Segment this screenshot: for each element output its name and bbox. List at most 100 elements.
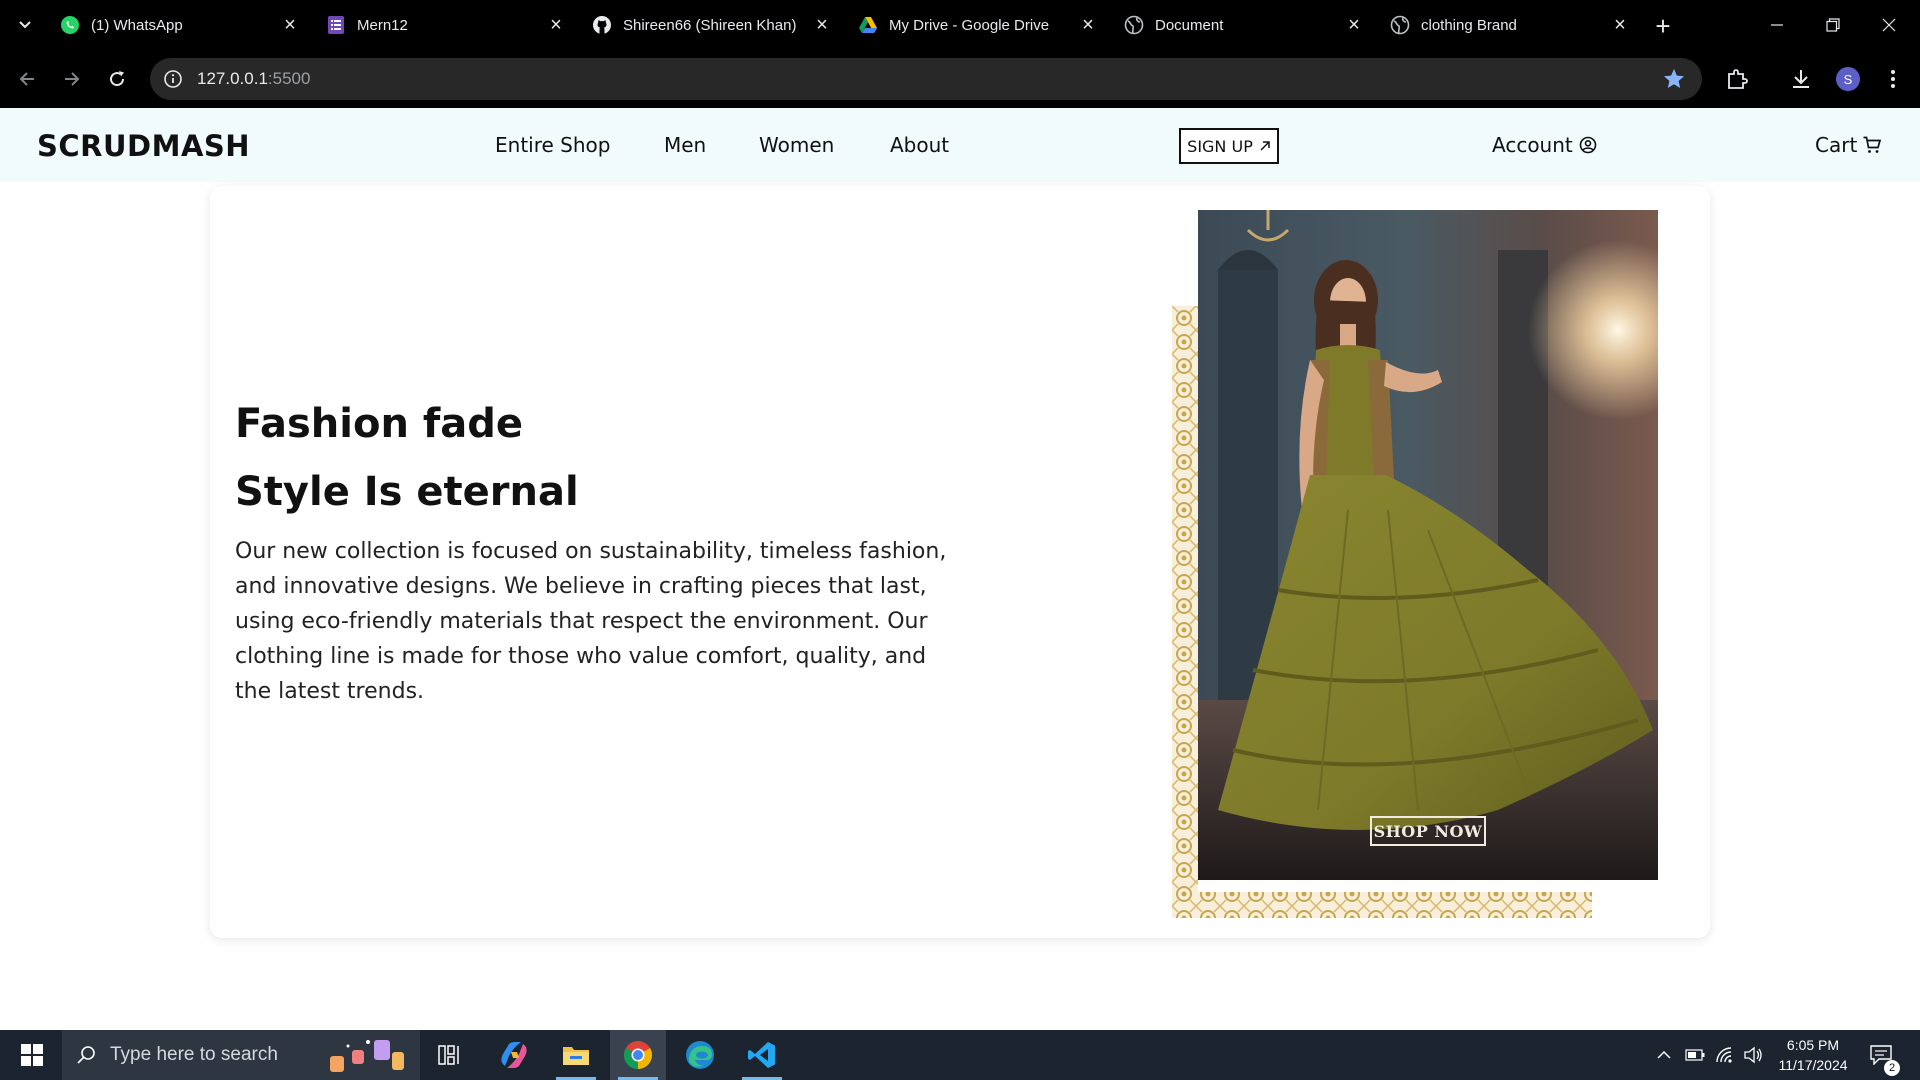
bookmark-star-icon[interactable] (1662, 67, 1686, 91)
taskbar-task-view[interactable] (422, 1030, 478, 1080)
battery-status[interactable] (1682, 1030, 1708, 1080)
clock-time: 6:05 PM (1786, 1037, 1840, 1053)
signup-label: SIGN UP (1187, 136, 1253, 156)
copilot-icon (501, 1042, 527, 1068)
hero-card: Fashion fade Style Is eternal Our new co… (210, 186, 1710, 938)
site-header: SCRUDMASH Entire Shop Men Women About SI… (0, 108, 1920, 182)
downloads-button[interactable] (1784, 62, 1818, 96)
edge-icon (686, 1041, 714, 1069)
close-icon[interactable]: × (1610, 14, 1630, 36)
tab-title: Shireen66 (Shireen Khan) (623, 16, 797, 34)
globe-icon (1390, 15, 1410, 35)
shop-now-button[interactable]: SHOP NOW (1370, 816, 1486, 846)
close-icon[interactable]: × (280, 14, 300, 36)
minimize-button[interactable] (1753, 8, 1801, 42)
nav-entire-shop[interactable]: Entire Shop (495, 133, 610, 157)
user-circle-icon (1579, 136, 1597, 154)
minimize-icon (1771, 24, 1783, 26)
tab-title: clothing Brand (1421, 16, 1517, 34)
cart-label: Cart (1815, 133, 1858, 157)
search-placeholder: Type here to search (110, 1044, 278, 1065)
close-icon[interactable]: × (546, 14, 566, 36)
nav-about[interactable]: About (890, 133, 949, 157)
cart-link[interactable]: Cart (1815, 133, 1882, 157)
chevron-down-icon (19, 21, 31, 29)
speaker-icon (1744, 1046, 1762, 1064)
hero-heading-line2: Style Is eternal (235, 469, 579, 515)
forms-icon (326, 15, 346, 35)
back-button[interactable] (10, 62, 44, 96)
forward-button[interactable] (55, 62, 89, 96)
reload-button[interactable] (100, 62, 134, 96)
account-label: Account (1492, 133, 1573, 157)
avatar: S (1836, 67, 1860, 91)
task-view-icon (438, 1045, 459, 1065)
more-vertical-icon (1891, 70, 1895, 88)
chevron-up-icon (1657, 1050, 1671, 1059)
account-link[interactable]: Account (1492, 133, 1597, 157)
taskbar-edge[interactable] (672, 1030, 728, 1080)
download-icon (1793, 70, 1809, 88)
lanterns-icon (330, 1040, 404, 1072)
close-icon[interactable]: × (1344, 14, 1364, 36)
taskbar-clock[interactable]: 6:05 PM 11/17/2024 (1768, 1035, 1858, 1075)
taskbar-copilot[interactable] (486, 1030, 542, 1080)
start-button[interactable] (8, 1030, 56, 1080)
tab-whatsapp[interactable]: (1) WhatsApp × (48, 8, 310, 42)
address-bar[interactable]: 127.0.0.1:5500 (150, 58, 1702, 100)
new-tab-button[interactable]: + (1648, 11, 1678, 41)
tray-overflow-button[interactable] (1652, 1030, 1676, 1080)
extensions-button[interactable] (1720, 62, 1754, 96)
tab-title: Mern12 (357, 16, 408, 34)
taskbar-vscode[interactable] (734, 1030, 790, 1080)
globe-icon (1124, 15, 1144, 35)
taskbar-chrome[interactable] (610, 1030, 666, 1080)
arrow-up-right-icon (1260, 141, 1270, 151)
close-icon (1882, 18, 1896, 32)
network-status[interactable] (1712, 1030, 1738, 1080)
menu-button[interactable] (1876, 62, 1910, 96)
reload-icon (110, 71, 125, 87)
brand-logo[interactable]: SCRUDMASH (37, 129, 250, 163)
file-explorer-icon (563, 1047, 589, 1065)
tab-strip: (1) WhatsApp × Mern12 × Shireen66 (Shire… (0, 0, 1920, 50)
tab-title: My Drive - Google Drive (889, 16, 1050, 34)
tab-github[interactable]: Shireen66 (Shireen Khan) × (580, 8, 842, 42)
close-icon[interactable]: × (812, 14, 832, 36)
chrome-icon (624, 1041, 652, 1069)
hero-fashion-image[interactable] (1198, 210, 1658, 880)
hero-description: Our new collection is focused on sustain… (235, 539, 947, 704)
taskbar-search[interactable]: Type here to search (62, 1030, 420, 1080)
profile-button[interactable]: S (1831, 62, 1865, 96)
puzzle-icon (1728, 69, 1748, 89)
window-close-button[interactable] (1865, 8, 1913, 42)
url-port: :5500 (267, 69, 311, 88)
notification-badge: 2 (1884, 1060, 1900, 1076)
nav-men[interactable]: Men (664, 133, 706, 157)
browser-chrome: (1) WhatsApp × Mern12 × Shireen66 (Shire… (0, 0, 1920, 108)
arrow-right-icon (65, 72, 80, 86)
google-drive-icon (858, 15, 878, 35)
browser-toolbar: 127.0.0.1:5500 S (0, 56, 1920, 102)
signup-button[interactable]: SIGN UP (1179, 128, 1279, 164)
clock-date: 11/17/2024 (1778, 1057, 1848, 1073)
tab-search-button[interactable] (10, 12, 40, 38)
search-icon (77, 1046, 95, 1064)
url-text[interactable]: 127.0.0.1:5500 (197, 69, 310, 89)
tab-title: (1) WhatsApp (91, 16, 183, 34)
volume-control[interactable] (1740, 1030, 1766, 1080)
taskbar-file-explorer[interactable] (548, 1030, 604, 1080)
tab-clothing-brand[interactable]: clothing Brand × (1378, 8, 1640, 42)
url-host: 127.0.0.1 (197, 69, 268, 88)
site-info-icon[interactable] (162, 68, 184, 90)
tab-google-drive[interactable]: My Drive - Google Drive × (846, 8, 1108, 42)
battery-icon (1685, 1049, 1705, 1061)
windows-logo-icon (21, 1044, 43, 1066)
restore-button[interactable] (1809, 8, 1857, 42)
arrow-left-icon (19, 72, 34, 86)
tab-mern12[interactable]: Mern12 × (314, 8, 576, 42)
close-icon[interactable]: × (1078, 14, 1098, 36)
tab-document[interactable]: Document × (1112, 8, 1374, 42)
vscode-icon (748, 1042, 775, 1068)
nav-women[interactable]: Women (759, 133, 834, 157)
